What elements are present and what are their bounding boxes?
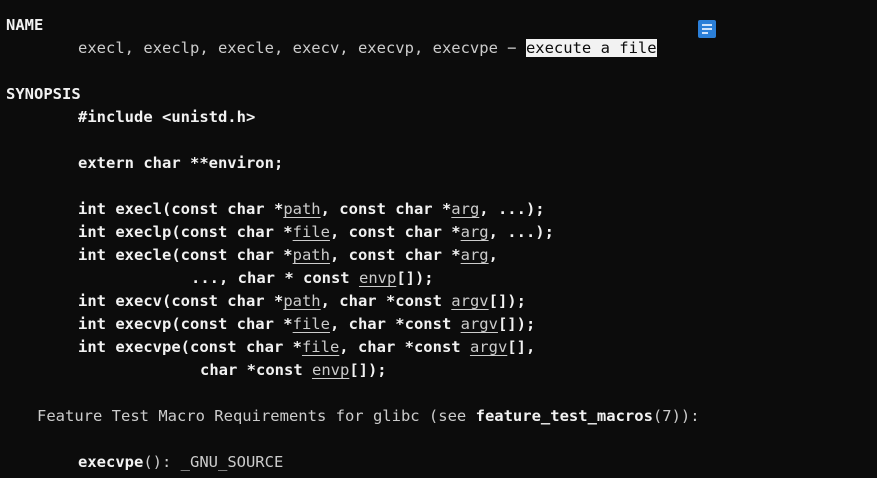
- notes-icon[interactable]: [698, 20, 716, 38]
- code-fragment: char *const: [200, 361, 312, 379]
- environ-line: extern char **environ;: [78, 154, 284, 172]
- code-fragment: , const char *: [329, 246, 461, 264]
- prototype-execlp: int execlp(const char *file, const char …: [78, 221, 554, 243]
- code-fragment: Feature Test Macro Requirements for glib…: [37, 407, 476, 425]
- execvpe-macro-line: execvpe(): _GNU_SOURCE: [78, 451, 283, 473]
- function-list: execl, execlp, execle, execv, execvp, ex…: [78, 39, 498, 57]
- prototype-execvp: int execvp(const char *file, char *const…: [78, 313, 535, 335]
- param-arg: arg: [460, 223, 489, 241]
- prototype-execv: int execv(const char *path, char *const …: [78, 290, 526, 312]
- param-envp: envp: [358, 269, 397, 287]
- code-fragment: int execle(const char *: [78, 246, 293, 264]
- code-fragment: , char *const: [329, 315, 461, 333]
- code-fragment: (7)):: [652, 407, 700, 425]
- name-dash: −: [497, 39, 526, 57]
- prototype-execvpe-continuation: char *const envp[]);: [200, 359, 387, 381]
- code-fragment: , const char *: [329, 223, 461, 241]
- code-fragment: int execvpe(const char *: [78, 338, 302, 356]
- feature-macros-ref: feature_test_macros: [475, 407, 653, 425]
- terminal-window[interactable]: NAME execl, execlp, execle, execv, execv…: [0, 0, 877, 478]
- prototype-execle-continuation: ..., char * const envp[]);: [191, 267, 434, 289]
- code-fragment: execvpe: [78, 453, 144, 471]
- feature-test-line: Feature Test Macro Requirements for glib…: [37, 405, 700, 427]
- param-path: path: [283, 292, 321, 310]
- section-synopsis-header: SYNOPSIS: [6, 85, 81, 103]
- param-argv: argv: [451, 292, 489, 310]
- param-path: path: [283, 200, 321, 218]
- param-arg: arg: [451, 200, 480, 218]
- section-name-header: NAME: [6, 16, 44, 34]
- param-file: file: [301, 338, 340, 356]
- code-fragment: []);: [488, 292, 526, 310]
- code-fragment: []);: [497, 315, 536, 333]
- prototype-execle: int execle(const char *path, const char …: [78, 244, 498, 266]
- code-fragment: int execl(const char *: [78, 200, 284, 218]
- code-fragment: ..., char * const: [191, 269, 359, 287]
- prototype-execvpe: int execvpe(const char *file, char *cons…: [78, 336, 535, 358]
- code-fragment: int execlp(const char *: [78, 223, 293, 241]
- code-fragment: int execv(const char *: [78, 292, 284, 310]
- code-fragment: []);: [349, 361, 387, 379]
- prototype-execl: int execl(const char *path, const char *…: [78, 198, 545, 220]
- code-fragment: ,: [488, 246, 498, 264]
- code-fragment: , char *const: [339, 338, 470, 356]
- name-line: execl, execlp, execle, execv, execvp, ex…: [78, 37, 657, 59]
- selected-description[interactable]: execute a file: [525, 39, 657, 57]
- code-fragment: int execvp(const char *: [78, 315, 293, 333]
- code-fragment: , ...);: [479, 200, 545, 218]
- include-line: #include <unistd.h>: [78, 108, 256, 126]
- code-fragment: , const char *: [320, 200, 452, 218]
- code-fragment: []);: [396, 269, 434, 287]
- code-fragment: , ...);: [488, 223, 554, 241]
- param-arg: arg: [460, 246, 489, 264]
- param-path: path: [292, 246, 330, 264]
- param-file: file: [292, 315, 330, 333]
- param-argv: argv: [469, 338, 508, 356]
- param-argv: argv: [460, 315, 498, 333]
- code-fragment: (): _GNU_SOURCE: [143, 453, 284, 471]
- param-envp: envp: [311, 361, 350, 379]
- code-fragment: , char *const: [320, 292, 452, 310]
- param-file: file: [292, 223, 330, 241]
- code-fragment: [],: [507, 338, 536, 356]
